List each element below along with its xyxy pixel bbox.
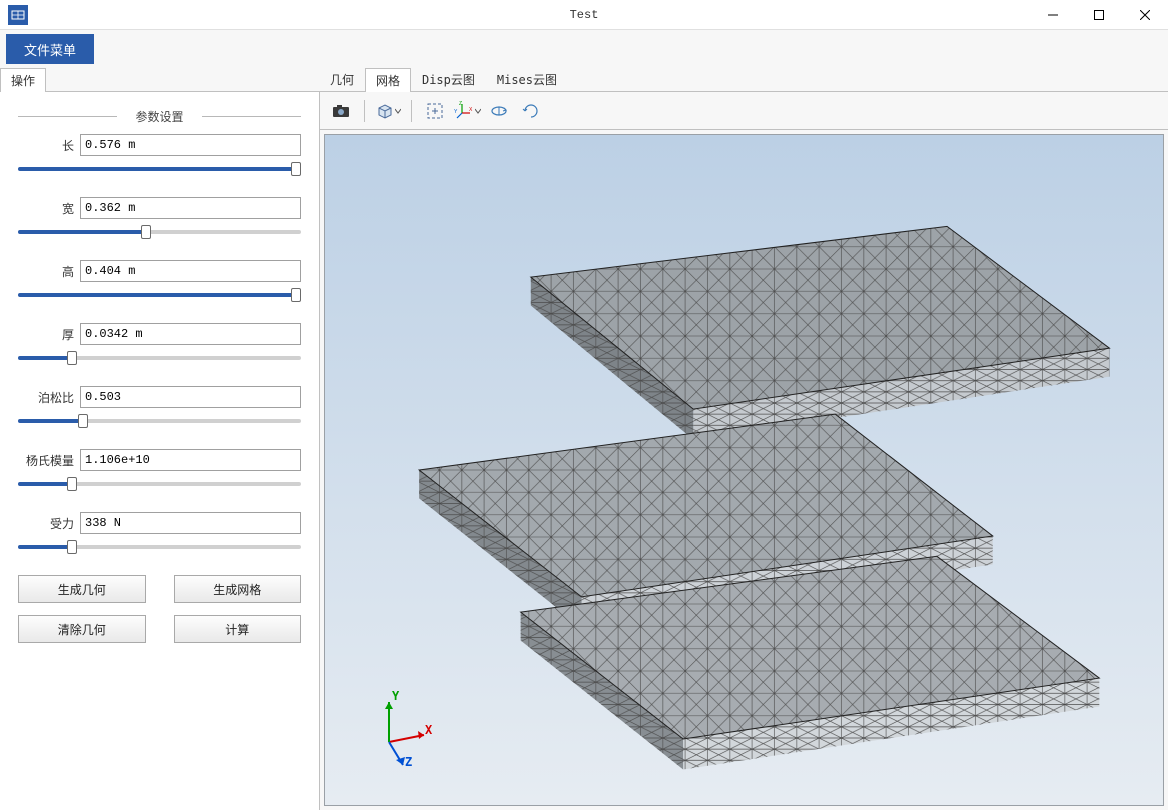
param-legend: 参数设置 — [18, 108, 301, 125]
field-slider[interactable] — [18, 540, 301, 554]
param-field: 泊松比 — [18, 386, 301, 431]
param-field: 杨氏模量 — [18, 449, 301, 494]
minimize-button[interactable] — [1030, 0, 1076, 30]
field-slider[interactable] — [18, 225, 301, 239]
tab-operations[interactable]: 操作 — [0, 68, 46, 92]
field-slider[interactable] — [18, 477, 301, 491]
svg-text:X: X — [469, 107, 473, 113]
field-input[interactable] — [80, 197, 301, 219]
tab-mesh[interactable]: 网格 — [365, 68, 411, 92]
axis-x-label: X — [425, 723, 432, 737]
camera-icon[interactable] — [326, 97, 356, 125]
param-group: 参数设置 长宽高厚泊松比杨氏模量受力 生成几何 生成网格 清除几何 计算 — [18, 116, 301, 643]
app-icon — [8, 5, 28, 25]
titlebar: Test — [0, 0, 1168, 30]
fit-icon[interactable] — [420, 97, 450, 125]
param-field: 长 — [18, 134, 301, 179]
rotate-x-icon[interactable] — [484, 97, 514, 125]
field-label: 宽 — [18, 200, 74, 217]
field-input[interactable] — [80, 134, 301, 156]
axis-z-label: Z — [405, 755, 412, 769]
tab-row: 操作 几何 网格 Disp云图 Mises云图 — [0, 68, 1168, 92]
window-controls — [1030, 0, 1168, 30]
param-field: 受力 — [18, 512, 301, 557]
field-label: 泊松比 — [18, 389, 74, 406]
param-field: 宽 — [18, 197, 301, 242]
field-input[interactable] — [80, 386, 301, 408]
field-label: 高 — [18, 263, 74, 280]
viewport-toolbar: Z X Y — [320, 92, 1168, 130]
generate-mesh-button[interactable]: 生成网格 — [174, 575, 302, 603]
field-input[interactable] — [80, 323, 301, 345]
svg-text:Z: Z — [459, 101, 462, 107]
field-slider[interactable] — [18, 414, 301, 428]
field-slider[interactable] — [18, 351, 301, 365]
param-field: 高 — [18, 260, 301, 305]
window-title: Test — [0, 8, 1168, 22]
field-input[interactable] — [80, 449, 301, 471]
field-label: 长 — [18, 137, 74, 154]
viewport-wrap: Z X Y — [320, 92, 1168, 810]
field-label: 厚 — [18, 326, 74, 343]
svg-text:Y: Y — [454, 109, 458, 115]
tab-geometry[interactable]: 几何 — [319, 67, 365, 91]
view-cube-icon[interactable] — [373, 97, 403, 125]
clear-geometry-button[interactable]: 清除几何 — [18, 615, 146, 643]
axis-triad: X Y Z — [359, 687, 449, 777]
tab-mises[interactable]: Mises云图 — [486, 67, 568, 91]
mesh-model — [325, 135, 1163, 805]
axes-icon[interactable]: Z X Y — [452, 97, 482, 125]
field-label: 杨氏模量 — [18, 452, 74, 469]
maximize-button[interactable] — [1076, 0, 1122, 30]
field-slider[interactable] — [18, 162, 301, 176]
field-input[interactable] — [80, 512, 301, 534]
viewport-3d[interactable]: X Y Z — [324, 134, 1164, 806]
field-input[interactable] — [80, 260, 301, 282]
field-label: 受力 — [18, 515, 74, 532]
compute-button[interactable]: 计算 — [174, 615, 302, 643]
tab-disp[interactable]: Disp云图 — [411, 67, 486, 91]
param-field: 厚 — [18, 323, 301, 368]
close-button[interactable] — [1122, 0, 1168, 30]
menubar: 文件菜单 — [0, 30, 1168, 68]
axis-y-label: Y — [392, 689, 399, 703]
sidebar: 参数设置 长宽高厚泊松比杨氏模量受力 生成几何 生成网格 清除几何 计算 — [0, 92, 320, 810]
file-menu-button[interactable]: 文件菜单 — [6, 34, 94, 64]
rotate-y-icon[interactable] — [516, 97, 546, 125]
generate-geometry-button[interactable]: 生成几何 — [18, 575, 146, 603]
field-slider[interactable] — [18, 288, 301, 302]
